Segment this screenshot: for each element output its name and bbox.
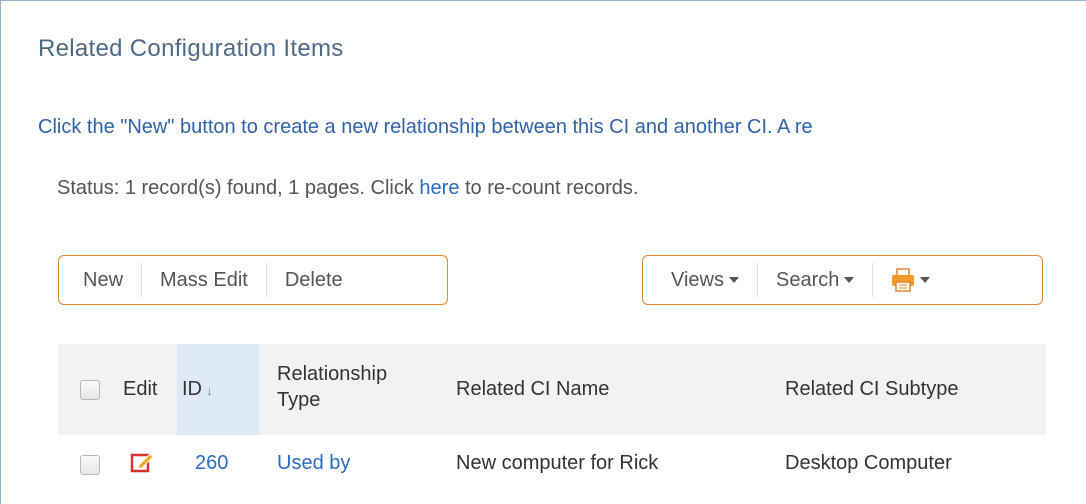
status-prefix: Status: 1 record(s) found, 1 pages. Clic… <box>57 177 420 199</box>
status-line: Status: 1 record(s) found, 1 pages. Clic… <box>57 177 638 200</box>
row-related-ci-name: New computer for Rick <box>456 452 659 474</box>
chevron-down-icon <box>729 277 739 283</box>
select-all-checkbox[interactable] <box>80 380 100 400</box>
action-toolbar: New Mass Edit Delete <box>58 255 448 305</box>
col-relationship-type-line1: Relationship <box>277 363 388 385</box>
row-id-link[interactable]: 260 <box>195 452 228 475</box>
table-row: 260 Used by New computer for Rick Deskto… <box>58 435 1046 495</box>
row-relationship-type-link[interactable]: Used by <box>277 452 350 475</box>
print-button[interactable] <box>873 263 948 297</box>
printer-icon <box>891 268 915 292</box>
status-suffix: to re-count records. <box>459 177 639 199</box>
view-toolbar: Views Search <box>642 255 1043 305</box>
chevron-down-icon <box>920 277 931 283</box>
col-related-ci-subtype[interactable]: Related CI Subtype <box>785 378 958 401</box>
search-button[interactable]: Search <box>758 263 874 297</box>
help-text: Click the "New" button to create a new r… <box>38 116 813 138</box>
edit-icon[interactable] <box>130 450 154 474</box>
section-title: Related Configuration Items <box>38 35 344 62</box>
new-button[interactable]: New <box>59 263 143 297</box>
mass-edit-button[interactable]: Mass Edit <box>142 263 267 297</box>
col-edit: Edit <box>123 378 158 400</box>
row-related-ci-subtype: Desktop Computer <box>785 452 952 474</box>
related-ci-panel: Related Configuration Items Click the "N… <box>0 0 1086 504</box>
recount-link[interactable]: here <box>419 177 459 199</box>
views-label: Views <box>671 269 724 291</box>
table-header: Edit ID ↓ Relationship Type Related CI Na… <box>58 344 1046 435</box>
col-relationship-type[interactable]: Relationship Type <box>277 361 387 413</box>
related-ci-table: Edit ID ↓ Relationship Type Related CI Na… <box>58 344 1046 495</box>
row-checkbox[interactable] <box>80 455 100 475</box>
sort-down-icon: ↓ <box>206 382 213 398</box>
col-related-ci-name[interactable]: Related CI Name <box>456 378 609 401</box>
search-label: Search <box>776 269 840 291</box>
col-relationship-type-line2: Type <box>277 389 321 411</box>
delete-button[interactable]: Delete <box>267 263 361 297</box>
col-id[interactable]: ID ↓ <box>182 378 213 401</box>
chevron-down-icon <box>844 277 855 283</box>
col-id-label: ID <box>182 378 202 400</box>
views-button[interactable]: Views <box>643 263 758 297</box>
